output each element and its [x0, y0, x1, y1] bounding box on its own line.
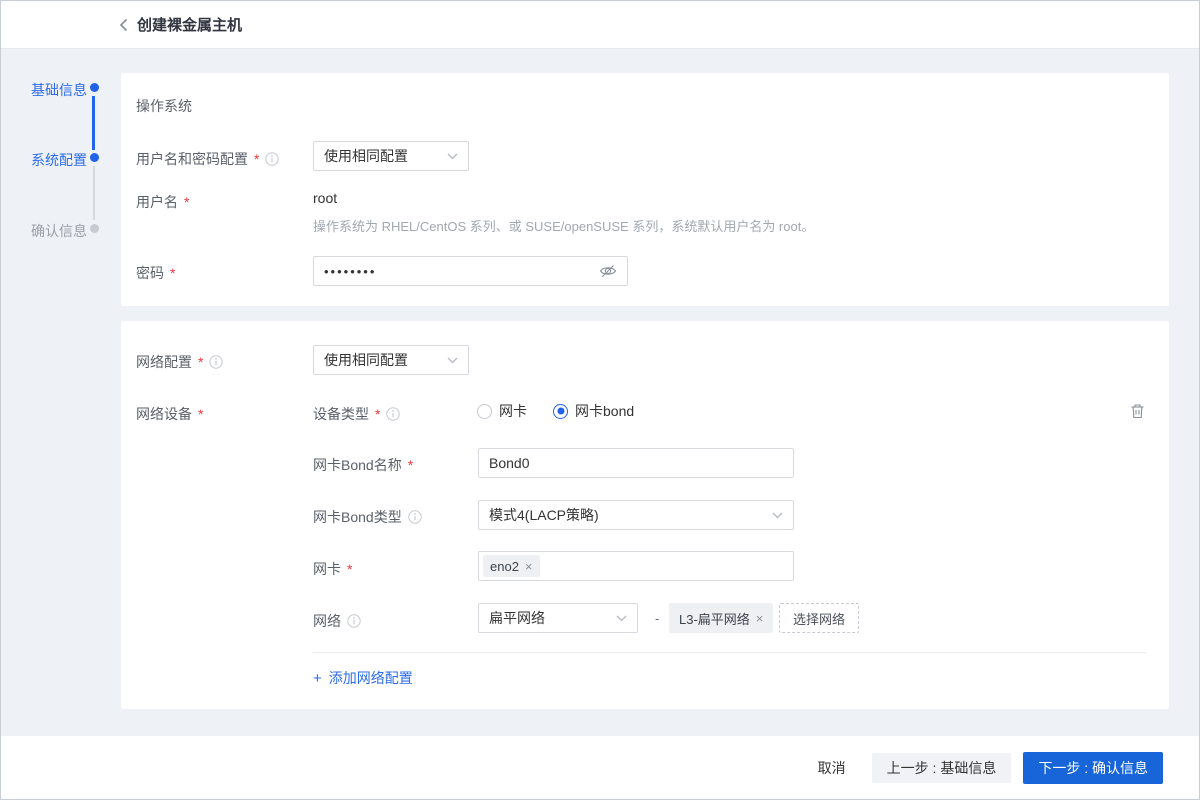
info-icon[interactable] [408, 510, 422, 524]
username-value: root [313, 190, 338, 206]
cancel-button[interactable]: 取消 [818, 758, 846, 778]
chevron-left-icon [119, 18, 128, 31]
chevron-down-icon [772, 512, 783, 518]
eye-off-icon [599, 265, 617, 277]
radio-nic-bond[interactable]: 网卡bond [553, 401, 634, 421]
create-bare-metal-page: 创建裸金属主机 基础信息 系统配置 确认信息 操作系统 用户名和密码配置 * 使用… [0, 0, 1200, 800]
chevron-down-icon [447, 153, 458, 159]
nic-label: 网卡 * [313, 561, 353, 577]
close-icon[interactable]: × [525, 559, 533, 574]
credential-mode-select[interactable]: 使用相同配置 [313, 141, 469, 171]
username-label: 用户名 * [136, 194, 190, 210]
step-basic-info[interactable]: 基础信息 [1, 80, 87, 100]
chevron-down-icon [447, 357, 458, 363]
add-network-config-link[interactable]: + 添加网络配置 [313, 668, 413, 688]
step-system-config[interactable]: 系统配置 [1, 150, 87, 170]
bond-name-input[interactable]: Bond0 [478, 448, 794, 478]
bond-type-label: 网卡Bond类型 [313, 507, 422, 527]
page-title: 创建裸金属主机 [137, 17, 243, 34]
choose-network-button[interactable]: 选择网络 [779, 603, 860, 633]
radio-checked-icon [553, 403, 568, 419]
step-connector [93, 166, 95, 220]
trash-icon [1131, 404, 1144, 419]
section-divider [313, 652, 1146, 653]
step-dot-basic [90, 83, 99, 92]
credential-mode-label: 用户名和密码配置 * [136, 149, 280, 169]
bond-name-label: 网卡Bond名称 * [313, 457, 414, 473]
info-icon[interactable] [347, 614, 361, 628]
net-separator: - [655, 611, 660, 626]
nic-tag-input[interactable]: eno2 × [478, 551, 794, 581]
back-button[interactable] [119, 18, 128, 32]
network-config-label: 网络配置 * [136, 352, 224, 372]
device-type-label: 设备类型 * [313, 404, 401, 424]
bond-type-select[interactable]: 模式4(LACP策略) [478, 500, 794, 530]
next-step-button[interactable]: 下一步 : 确认信息 [1023, 751, 1163, 784]
close-icon[interactable]: × [756, 611, 764, 626]
info-icon[interactable] [386, 407, 401, 421]
network-config-select[interactable]: 使用相同配置 [313, 345, 469, 375]
nic-tag: eno2 × [483, 555, 540, 577]
page-header: 创建裸金属主机 [1, 1, 1199, 49]
footer-bar: 取消 上一步 : 基础信息 下一步 : 确认信息 [1, 736, 1199, 799]
radio-nic[interactable]: 网卡 [477, 401, 527, 421]
step-dot-confirm [90, 224, 99, 233]
step-confirm-info[interactable]: 确认信息 [1, 221, 87, 241]
password-masked-value: •••••••• [324, 263, 377, 279]
info-icon[interactable] [209, 355, 224, 369]
network-device-label: 网络设备 * [136, 406, 204, 422]
prev-step-button[interactable]: 上一步 : 基础信息 [871, 752, 1012, 783]
step-connector [92, 96, 95, 150]
radio-icon [477, 403, 492, 419]
net-label: 网络 [313, 611, 361, 631]
os-section-title: 操作系统 [136, 98, 192, 114]
password-label: 密码 * [136, 265, 176, 281]
network-panel: 网络配置 * 使用相同配置 网络设备 * 设备类型 * 网卡 网卡bond 网卡… [121, 321, 1169, 709]
toggle-password-visibility-button[interactable] [599, 264, 617, 278]
password-input[interactable]: •••••••• [313, 256, 628, 286]
radio-bond-label: 网卡bond [575, 403, 635, 419]
username-help: 操作系统为 RHEL/CentOS 系列、或 SUSE/openSUSE 系列，… [313, 219, 815, 234]
net-type-select[interactable]: 扁平网络 [478, 603, 638, 633]
step-dot-system [90, 153, 99, 162]
info-icon[interactable] [265, 152, 280, 166]
os-panel: 操作系统 用户名和密码配置 * 使用相同配置 用户名 * root 操作系统为 RH… [121, 73, 1169, 306]
chevron-down-icon [616, 615, 627, 621]
delete-device-button[interactable] [1130, 403, 1145, 419]
plus-icon: + [313, 669, 322, 687]
radio-nic-label: 网卡 [499, 403, 527, 419]
net-tag: L3-扁平网络 × [669, 603, 774, 633]
device-type-radio-group: 网卡 网卡bond [477, 401, 634, 421]
